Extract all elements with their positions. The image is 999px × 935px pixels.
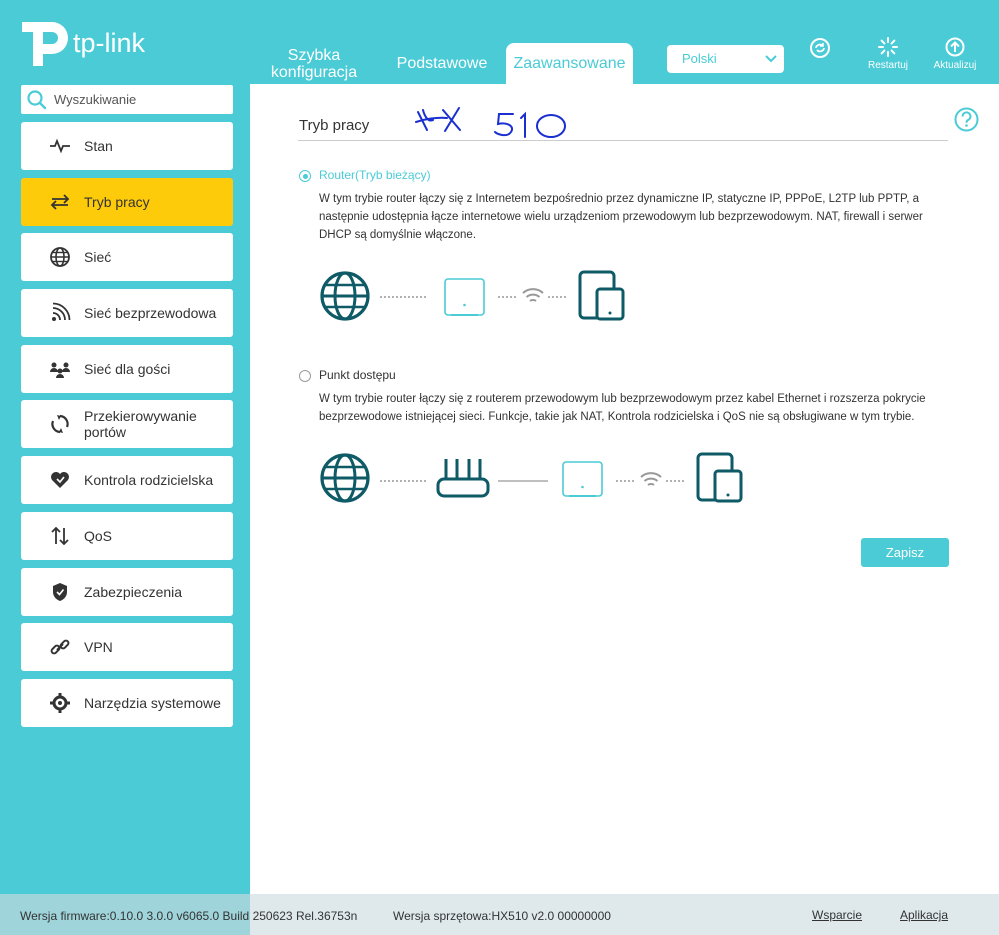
sync-icon <box>810 38 830 58</box>
restart-button[interactable]: Restartuj <box>864 37 912 71</box>
deco-unit-icon <box>562 461 603 497</box>
sidebar-item-label: VPN <box>84 639 113 656</box>
page-title: Tryb pracy <box>299 117 370 134</box>
sidebar-item-label: Stan <box>84 138 113 154</box>
sidebar-item-vpn[interactable]: VPN <box>21 623 233 672</box>
updown-arrows-icon <box>49 525 71 547</box>
port-forward-icon <box>49 413 71 435</box>
search-icon <box>27 89 47 109</box>
sidebar-item-operation-mode[interactable]: Tryb pracy <box>21 177 233 226</box>
sidebar-item-label: Tryb pracy <box>84 193 150 210</box>
mobile-devices-icon <box>696 452 743 503</box>
sidebar-item-label: Kontrola rodzicielska <box>84 472 214 489</box>
wifi-signal-icon <box>640 472 662 486</box>
chevron-down-icon <box>765 55 777 63</box>
router-description: W tym trybie router łączy się z Internet… <box>319 193 923 241</box>
update-button[interactable]: Aktualizuj <box>928 37 982 71</box>
language-value: Polski <box>682 51 717 66</box>
router-label[interactable]: Router(Tryb bieżący) <box>319 168 431 182</box>
sidebar-item-system-tools[interactable]: Narzędzia systemowe <box>21 678 233 727</box>
support-link[interactable]: Wsparcie <box>812 908 862 922</box>
sidebar-item-label: Zabezpieczenia <box>84 583 183 600</box>
top-tabs: Szybka konfiguracja Podstawowe Zaawansow… <box>250 43 633 84</box>
link-icon <box>49 636 71 658</box>
access-point-radio[interactable] <box>299 370 311 382</box>
sidebar-item-network[interactable]: Sieć <box>21 233 233 282</box>
globe-icon <box>49 246 71 268</box>
firmware-version: Wersja firmware:0.10.0 3.0.0 v6065.0 Bui… <box>20 909 358 923</box>
access-point-description: W tym trybie router łączy się z routerem… <box>319 393 926 423</box>
globe-icon <box>320 453 370 503</box>
search-input[interactable]: Wyszukiwanie <box>54 92 136 107</box>
sidebar-menu: Stan Tryb pracy Sieć Sieć bezprzewodowa … <box>21 122 233 735</box>
heart-icon <box>49 469 71 491</box>
tab-quick-setup[interactable]: Szybka konfiguracja <box>250 43 378 84</box>
access-point-label[interactable]: Punkt dostępu <box>319 368 396 382</box>
main-panel: Tryb pracy Router(Tryb bieżący) W tym tr… <box>250 84 999 894</box>
wireless-icon <box>49 302 71 324</box>
help-icon[interactable] <box>954 107 979 132</box>
mobile-devices-icon <box>578 270 625 321</box>
tab-advanced[interactable]: Zaawansowane <box>506 43 633 84</box>
sidebar-item-label: Narzędzia systemowe <box>84 694 221 711</box>
brand-text: tp-link <box>73 28 146 58</box>
app-link[interactable]: Aplikacja <box>900 908 948 922</box>
wifi-signal-icon <box>522 288 544 302</box>
sidebar-item-status[interactable]: Stan <box>21 122 233 170</box>
sidebar-item-label: Sieć <box>84 249 112 266</box>
sidebar-item-security[interactable]: Zabezpieczenia <box>21 567 233 616</box>
router-mode-diagram <box>320 270 625 321</box>
swap-icon <box>49 191 71 213</box>
hardware-version: Wersja sprzętowa:HX510 v2.0 00000000 <box>393 909 611 923</box>
sidebar-item-label: Sieć dla gości <box>84 360 171 377</box>
upload-icon <box>945 37 965 57</box>
handwritten-note <box>415 107 566 138</box>
tp-link-logo: tp-link <box>22 22 146 66</box>
title-divider <box>298 140 948 141</box>
sync-button[interactable] <box>809 37 831 62</box>
router-radio[interactable] <box>299 170 311 182</box>
search-box[interactable]: Wyszukiwanie <box>21 85 233 114</box>
sidebar-item-port-forwarding[interactable]: Przekierowywanie portów <box>21 400 233 449</box>
footer: Wersja firmware:0.10.0 3.0.0 v6065.0 Bui… <box>0 894 999 935</box>
globe-icon <box>320 271 370 321</box>
shield-icon <box>49 581 71 603</box>
save-button[interactable]: Zapisz <box>861 538 949 567</box>
pulse-icon <box>49 135 71 157</box>
guests-icon <box>49 358 71 380</box>
sidebar-item-label: Przekierowywanie portów <box>84 408 197 441</box>
gear-icon <box>49 692 71 714</box>
sidebar-item-parental-control[interactable]: Kontrola rodzicielska <box>21 456 233 505</box>
sidebar-item-guest-network[interactable]: Sieć dla gości <box>21 344 233 393</box>
sidebar-item-label: QoS <box>84 527 113 544</box>
language-select[interactable]: Polski <box>667 45 784 73</box>
access-point-diagram <box>320 452 743 503</box>
tab-basic[interactable]: Podstawowe <box>378 43 506 84</box>
deco-unit-icon <box>444 278 485 316</box>
update-label: Aktualizuj <box>933 60 977 71</box>
sidebar-item-qos[interactable]: QoS <box>21 511 233 560</box>
sidebar-item-label: Sieć bezprzewodowa <box>84 305 217 322</box>
restart-label: Restartuj <box>867 60 908 71</box>
router-icon <box>436 459 490 498</box>
restart-icon <box>878 37 898 57</box>
sidebar-item-wireless[interactable]: Sieć bezprzewodowa <box>21 289 233 338</box>
